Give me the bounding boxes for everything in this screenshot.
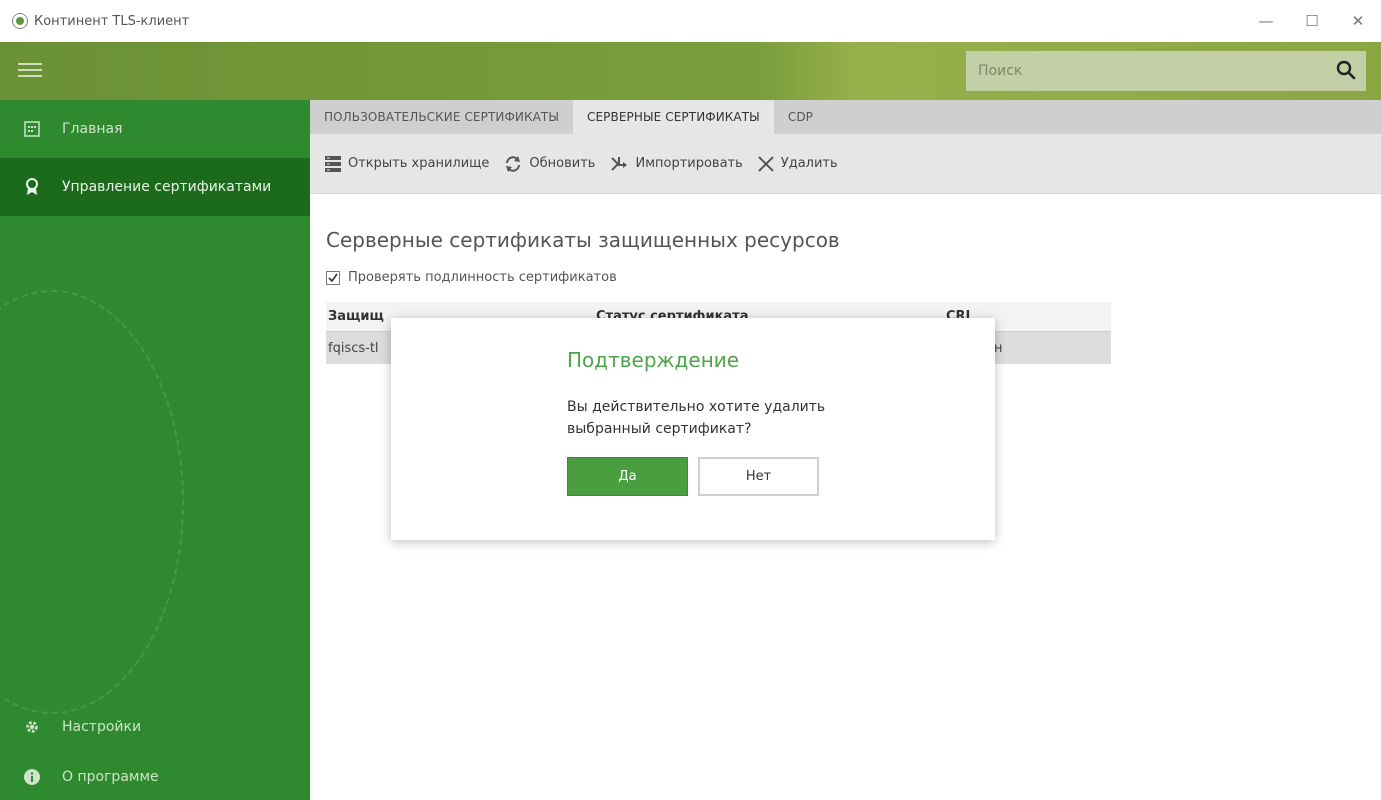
app-logo-icon [12,13,28,29]
sidebar-item-certificates[interactable]: Управление сертификатами [0,158,310,216]
refresh-icon [506,155,521,172]
storage-icon [325,155,341,172]
sidebar-item-about[interactable]: О программе [0,748,310,800]
dialog-message: Вы действительно хотите удалить выбранны… [567,399,826,437]
sidebar: Главная Управление сертификатами Настрой… [0,100,310,800]
maximize-button[interactable]: ☐ [1289,0,1335,42]
tab-user-certificates[interactable]: ПОЛЬЗОВАТЕЛЬСКИЕ СЕРТИФИКАТЫ [310,100,573,134]
refresh-button[interactable]: Обновить [503,155,595,173]
import-button[interactable]: Импортировать [609,155,743,173]
confirm-no-button[interactable]: Нет [698,457,819,496]
calendar-grid-icon [24,121,40,137]
confirm-yes-button[interactable]: Да [567,457,688,496]
sidebar-item-label: О программе [62,769,159,785]
toolbar: Открыть хранилище Обновить Импортировать… [310,134,1381,194]
checkmark-icon [328,273,338,282]
search-icon[interactable] [1336,60,1356,80]
sidebar-item-label: Управление сертификатами [62,179,272,195]
verify-certificates-label: Проверять подлинность сертификатов [348,270,617,285]
import-icon [611,156,628,171]
import-label: Импортировать [635,156,743,171]
window-title: Континент TLS-клиент [34,13,190,29]
delete-label: Удалить [780,156,838,171]
tab-bar: ПОЛЬЗОВАТЕЛЬСКИЕ СЕРТИФИКАТЫ СЕРВЕРНЫЕ С… [310,100,1381,134]
verify-certificates-checkbox[interactable] [326,270,340,285]
open-storage-button[interactable]: Открыть хранилище [324,155,489,173]
open-storage-label: Открыть хранилище [348,156,490,171]
title-bar: Континент TLS-клиент — ☐ ✕ [0,0,1381,42]
sidebar-item-label: Настройки [62,719,142,735]
gear-icon [24,719,40,735]
refresh-label: Обновить [529,156,596,171]
award-ribbon-icon [24,178,40,195]
close-button[interactable]: ✕ [1335,0,1381,42]
page-title: Серверные сертификаты защищенных ресурсо… [326,228,840,252]
tab-cdp[interactable]: CDP [774,100,827,134]
verify-certificates-checkbox-row[interactable]: Проверять подлинность сертификатов [326,270,617,285]
search-box [966,51,1366,91]
delete-button[interactable]: Удалить [757,155,838,173]
info-icon [24,769,40,785]
window-controls: — ☐ ✕ [1243,0,1381,42]
sidebar-item-main[interactable]: Главная [0,100,310,158]
hamburger-menu-icon[interactable] [18,63,42,77]
minimize-button[interactable]: — [1243,0,1289,42]
confirmation-dialog: Подтверждение Вы действительно хотите уд… [391,318,995,540]
dialog-title: Подтверждение [567,348,740,372]
sidebar-item-label: Главная [62,121,123,137]
delete-x-icon [758,155,774,172]
tab-server-certificates[interactable]: СЕРВЕРНЫЕ СЕРТИФИКАТЫ [573,100,774,134]
search-input[interactable] [966,63,1316,79]
